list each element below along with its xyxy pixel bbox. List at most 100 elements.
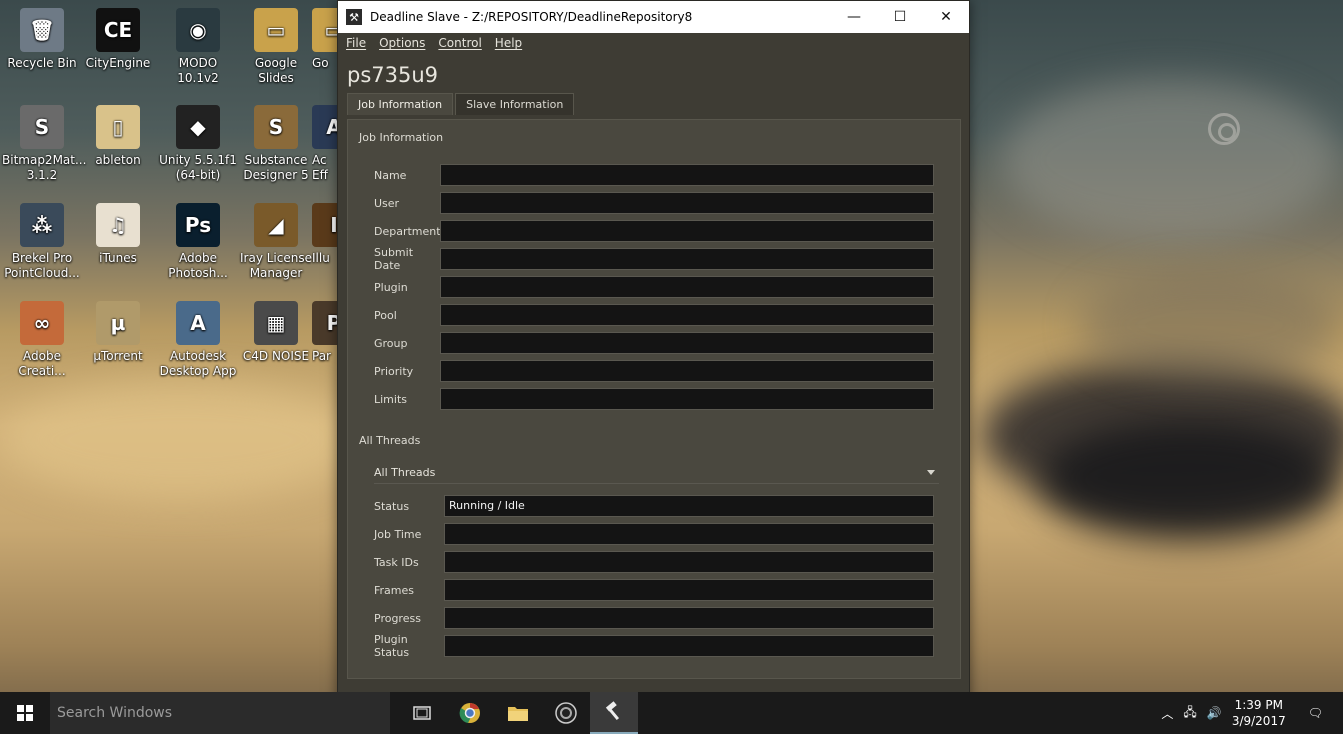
readonly-field[interactable] [444,579,934,601]
desktop-shortcut[interactable]: A Ac Eff [312,105,337,183]
app-icon: 🗑 [20,8,64,52]
readonly-field[interactable] [440,248,934,270]
desktop-shortcut-label: µTorrent [93,349,143,363]
app-icon: Ps [176,203,220,247]
job-info-group-title: Job Information [359,131,444,144]
readonly-field[interactable]: Running / Idle [444,495,934,517]
readonly-field[interactable] [444,607,934,629]
readonly-field[interactable] [444,523,934,545]
windows-logo-icon [17,705,33,721]
hammer-icon: ⚒ [346,9,362,25]
readonly-field[interactable] [440,388,934,410]
field-row: Task IDs [374,551,934,573]
desktop-shortcut-label: CityEngine [85,56,151,70]
app-icon: µ [96,301,140,345]
tab-bar: Job Information Slave Information [338,93,969,115]
menu-bar: File Options Control Help [338,33,969,53]
desktop-shortcut[interactable]: µ µTorrent [78,301,158,364]
system-tray: ︿ 🖧 🔊 1:39 PM 3/9/2017 🗨 [1161,692,1343,734]
field-label: Plugin [374,280,408,294]
readonly-field[interactable] [440,304,934,326]
field-label: Plugin Status [374,633,410,659]
desktop-shortcut[interactable]: I Illu [312,203,337,266]
app-icon: ▯ [96,105,140,149]
file-explorer-icon[interactable] [494,692,542,734]
app-icon: S [20,105,64,149]
desktop-shortcut[interactable]: ◢ Iray License Manager [236,203,316,281]
desktop-shortcut-label: Illu [312,251,330,265]
readonly-field[interactable] [440,164,934,186]
taskbar: Search Windows ︿ 🖧 🔊 1:39 PM 3/9/2017 🗨 [0,692,1343,734]
desktop-shortcut[interactable]: ♫ iTunes [78,203,158,266]
desktop-shortcut-label: Go [312,56,329,70]
chrome-icon[interactable] [446,692,494,734]
tab-slave-information[interactable]: Slave Information [455,93,575,115]
deadline-slave-taskbar-icon[interactable] [590,692,638,734]
threads-select[interactable]: All Threads [374,462,939,484]
readonly-field[interactable] [444,551,934,573]
app-icon: P [312,301,337,345]
app-icon: CE [96,8,140,52]
field-row: Group [374,332,934,354]
menu-file[interactable]: File [346,36,366,50]
desktop-shortcut[interactable]: S Substance Designer 5 [236,105,316,183]
desktop-shortcut[interactable]: 🗑 Recycle Bin [2,8,82,71]
desktop-shortcut[interactable]: ◉ MODO 10.1v2 [158,8,238,86]
wallpaper-cloud [1040,420,1340,540]
readonly-field[interactable] [444,635,934,657]
app-icon: ◉ [176,8,220,52]
desktop-shortcut[interactable]: P Par [312,301,337,364]
tab-job-information[interactable]: Job Information [347,93,454,115]
desktop-shortcut[interactable]: Ps Adobe Photosh... [158,203,238,281]
notifications-icon[interactable]: 🗨 [1308,706,1323,720]
field-label: Job Time [374,527,422,541]
menu-help[interactable]: Help [495,36,522,50]
readonly-field[interactable] [440,192,934,214]
network-icon[interactable]: 🖧 [1183,703,1196,724]
app-icon: A [312,105,337,149]
close-button[interactable]: ✕ [923,1,969,33]
window-title: Deadline Slave - Z:/REPOSITORY/DeadlineR… [370,10,693,24]
desktop-shortcut[interactable]: ▯ ableton [78,105,158,168]
desktop-shortcut[interactable]: ⁂ Brekel Pro PointCloud... [2,203,82,281]
task-view-icon[interactable] [398,692,446,734]
field-label: Submit Date [374,246,414,272]
desktop-shortcut[interactable]: ▦ C4D NOISE [236,301,316,364]
desktop-shortcut[interactable]: ▭ Go [312,8,337,71]
desktop-shortcut-label: Adobe Creati... [18,349,66,378]
readonly-field[interactable] [440,220,934,242]
desktop-shortcut[interactable]: A Autodesk Desktop App [158,301,238,379]
wallpaper-cloud [0,380,360,500]
desktop-shortcut-label: Google Slides [254,56,298,85]
taskbar-search-input[interactable]: Search Windows [50,692,390,734]
field-row: Status Running / Idle [374,495,934,517]
menu-control[interactable]: Control [438,36,481,50]
minimize-button[interactable]: — [831,1,877,33]
desktop-shortcut-label: Ac Eff [312,153,328,182]
desktop-shortcut[interactable]: ∞ Adobe Creati... [2,301,82,379]
volume-icon[interactable]: 🔊 [1207,706,1222,720]
desktop-shortcut-label: Iray License Manager [240,251,312,280]
readonly-field[interactable] [440,360,934,382]
cinema4d-icon[interactable] [542,692,590,734]
clock[interactable]: 1:39 PM 3/9/2017 [1232,697,1286,729]
field-label: Limits [374,392,407,406]
desktop-shortcut[interactable]: CE CityEngine [78,8,158,71]
desktop-shortcut[interactable]: ▭ Google Slides [236,8,316,86]
readonly-field[interactable] [440,276,934,298]
desktop-shortcut[interactable]: ◆ Unity 5.5.1f1 (64-bit) [158,105,238,183]
start-button[interactable] [0,692,50,734]
menu-options[interactable]: Options [379,36,425,50]
chevron-up-icon[interactable]: ︿ [1161,705,1173,722]
desktop-shortcut-label: Bitmap2Mat... 3.1.2 [2,153,87,182]
app-icon: ◆ [176,105,220,149]
field-label: Department [374,224,441,238]
title-bar[interactable]: ⚒ Deadline Slave - Z:/REPOSITORY/Deadlin… [338,1,969,33]
maximize-button[interactable]: ☐ [877,1,923,33]
desktop-shortcut-label: iTunes [99,251,137,265]
desktop-shortcut-label: MODO 10.1v2 [177,56,219,85]
desktop-shortcut[interactable]: S Bitmap2Mat... 3.1.2 [2,105,87,183]
target-icon [1208,113,1240,145]
hostname-title: ps735u9 [347,63,439,87]
readonly-field[interactable] [440,332,934,354]
